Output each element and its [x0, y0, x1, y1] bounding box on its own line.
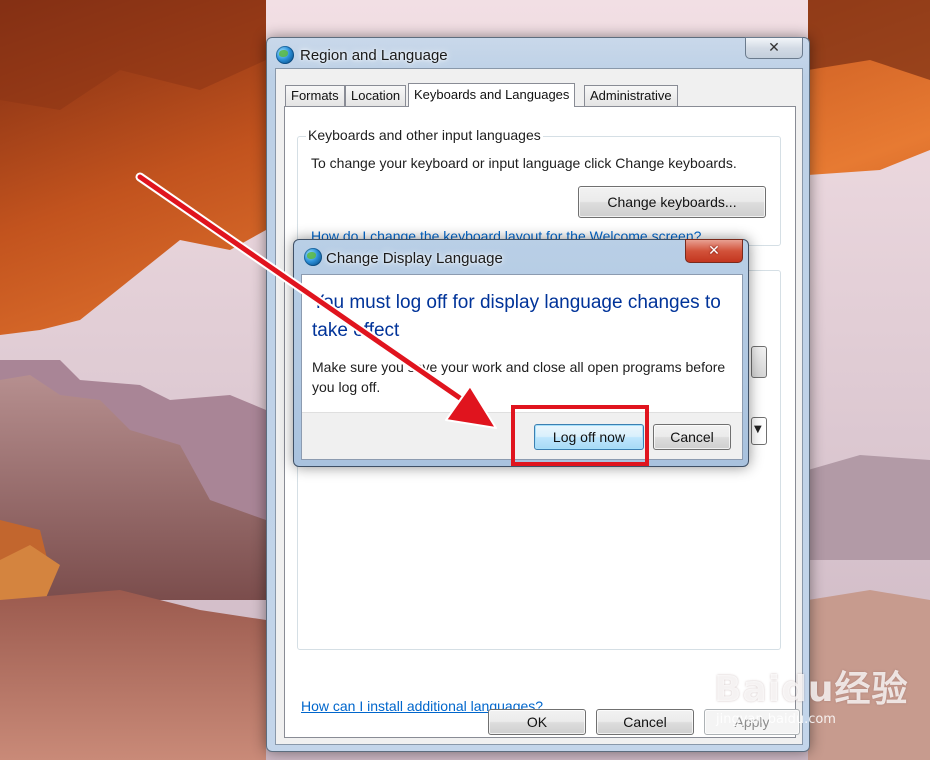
dialog-cancel-button[interactable]: Cancel	[653, 424, 731, 450]
main-cancel-button[interactable]: Cancel	[596, 709, 694, 735]
log-off-now-button[interactable]: Log off now	[534, 424, 644, 450]
dropdown-arrow-icon: ▼	[754, 424, 762, 435]
globe-icon	[276, 46, 294, 64]
dialog-close-button[interactable]: ✕	[685, 239, 743, 263]
change-keyboards-button[interactable]: Change keyboards...	[578, 186, 766, 218]
tab-formats[interactable]: Formats	[285, 85, 345, 106]
change-display-language-dialog: Change Display Language ✕ You must log o…	[293, 239, 749, 467]
apply-button[interactable]: Apply	[704, 709, 800, 735]
tab-location[interactable]: Location	[345, 85, 407, 106]
dialog-title: Change Display Language	[326, 250, 503, 267]
dialog-footer: Log off now Cancel	[302, 412, 742, 459]
main-window-title: Region and Language	[300, 47, 448, 64]
display-language-dropdown[interactable]: ▼	[751, 417, 767, 445]
keyboards-description: To change your keyboard or input languag…	[311, 155, 737, 171]
tab-administrative[interactable]: Administrative	[584, 85, 678, 106]
main-titlebar[interactable]: Region and Language ✕	[267, 37, 809, 68]
ok-button[interactable]: OK	[488, 709, 586, 735]
dialog-main-instruction: You must log off for display language ch…	[312, 292, 721, 341]
dialog-content: You must log off for display language ch…	[301, 274, 743, 460]
tab-keyboards-and-languages[interactable]: Keyboards and Languages	[408, 83, 576, 107]
keyboards-group-legend: Keyboards and other input languages	[306, 127, 543, 143]
dialog-body-text: Make sure you save your work and close a…	[312, 359, 726, 395]
globe-icon	[304, 248, 322, 266]
install-uninstall-button[interactable]	[751, 346, 767, 378]
close-icon: ✕	[768, 40, 780, 56]
main-close-button[interactable]: ✕	[745, 37, 803, 59]
dialog-titlebar[interactable]: Change Display Language ✕	[294, 239, 748, 270]
close-icon: ✕	[708, 243, 720, 259]
